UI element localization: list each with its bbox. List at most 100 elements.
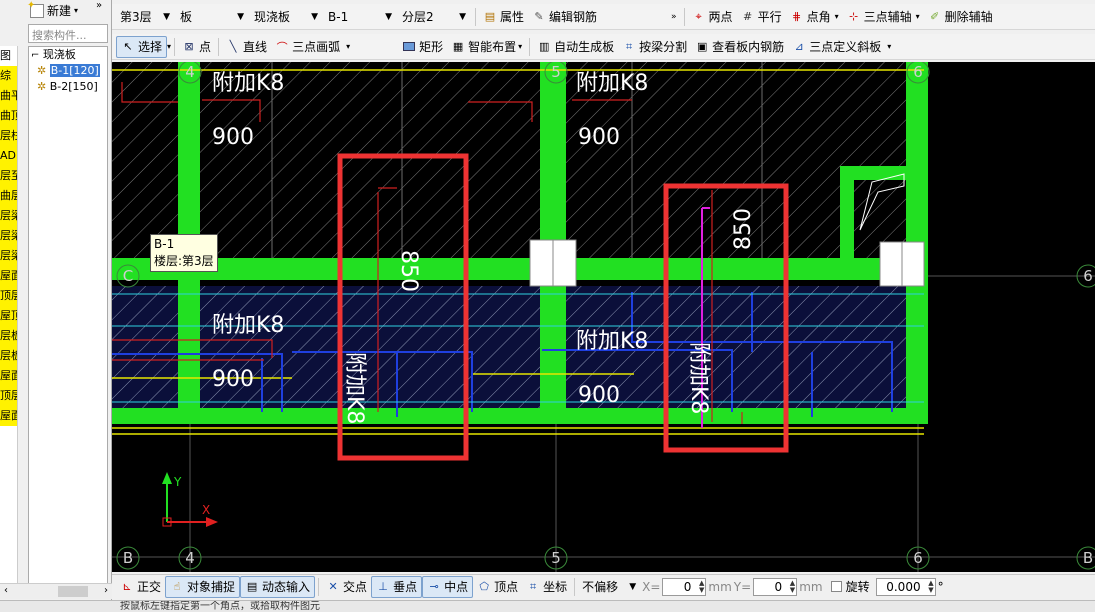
- cursor-icon: ↖: [123, 40, 133, 53]
- category-strip-item[interactable]: 屋面: [0, 366, 17, 386]
- drawing-canvas[interactable]: 附加K8 900 附加K8 900 850 850 附加K8 900 附加K8 …: [112, 62, 1095, 572]
- delete-axis-button[interactable]: ✐ 删除辅轴: [924, 6, 997, 28]
- x-input[interactable]: 0 ▲ ▼: [662, 577, 707, 596]
- rotate-value: 0.000: [886, 579, 921, 594]
- annotation-text: 900: [212, 125, 254, 150]
- mid-toggle[interactable]: ⊸ 中点: [422, 575, 474, 598]
- coord-toggle[interactable]: ⌗ 坐标: [522, 576, 571, 598]
- svg-text:Y: Y: [173, 475, 182, 489]
- category-strip-item[interactable]: 曲层: [0, 186, 17, 206]
- rotate-input[interactable]: 0.000 ▲ ▼: [875, 577, 936, 596]
- smart-place-button[interactable]: ▦ 智能布置 ▾: [447, 36, 526, 58]
- floor-select[interactable]: 第3层 ▼: [116, 7, 174, 27]
- rect-button[interactable]: 矩形: [398, 36, 447, 58]
- category-strip-item[interactable]: 顶层: [0, 286, 17, 306]
- arc-label: 三点画弧: [292, 40, 341, 54]
- snap-label: 对象捕捉: [187, 580, 236, 594]
- category-strip-item[interactable]: 层板: [0, 326, 17, 346]
- ortho-toggle[interactable]: ⊾ 正交: [116, 576, 165, 598]
- intersect-icon: ✕: [328, 580, 338, 593]
- slope-button[interactable]: ⊿ 三点定义斜板 ▾: [788, 36, 895, 58]
- attr-label: 属性: [500, 10, 525, 24]
- intersect-label: 交点: [343, 580, 368, 594]
- vertex-toggle[interactable]: ⬠ 顶点: [473, 576, 522, 598]
- category-strip-item[interactable]: 层梁: [0, 206, 17, 226]
- rotate-checkbox[interactable]: [830, 581, 842, 592]
- auto-slab-button[interactable]: ▥ 自动生成板: [533, 36, 618, 58]
- point-angle-icon: ⋕: [791, 10, 802, 23]
- split-by-beam-button[interactable]: ⌗ 按梁分割: [618, 36, 691, 58]
- view-rebar-button[interactable]: ▣ 查看板内钢筋: [691, 36, 788, 58]
- overflow-icon[interactable]: »: [667, 6, 681, 28]
- point-button[interactable]: ⊠ 点: [178, 36, 215, 58]
- tree-item-label: B-2[150]: [49, 80, 98, 93]
- status-text: 按鼠标左键指定第一个角点，或拾取构件图元: [120, 601, 320, 612]
- tree-item-b1[interactable]: ✲ B-1[120]: [29, 63, 107, 79]
- perp-toggle[interactable]: ⊥ 垂点: [371, 575, 423, 598]
- category-strip-item[interactable]: 曲顶: [0, 106, 17, 126]
- category-strip-item[interactable]: 图: [0, 46, 17, 66]
- arc-icon: ⌒: [276, 40, 288, 54]
- category-strip-item[interactable]: 曲平: [0, 86, 17, 106]
- point-angle-button[interactable]: ⋕ 点角 ▾: [786, 6, 843, 28]
- three-point-axis-icon: ⊹: [849, 10, 859, 23]
- eraser-icon: ✐: [930, 10, 940, 23]
- snap-toggle[interactable]: ☝ 对象捕捉: [165, 575, 241, 598]
- category-strip-item[interactable]: 层梁: [0, 246, 17, 266]
- new-button[interactable]: ✦ 新建 ▾: [27, 0, 78, 19]
- degree-symbol: °: [937, 579, 944, 594]
- parallel-button[interactable]: # 平行: [737, 6, 786, 28]
- type-select[interactable]: 现浇板 ▼: [250, 7, 322, 27]
- layer-select[interactable]: 分层2 ▼: [398, 7, 470, 27]
- category-select[interactable]: 板 ▼: [176, 7, 248, 27]
- tree-item-b2[interactable]: ✲ B-2[150]: [29, 79, 107, 95]
- component-select[interactable]: B-1 ▼: [324, 7, 396, 27]
- category-strip-item[interactable]: 层板: [0, 346, 17, 366]
- line-icon: ╲: [229, 40, 237, 53]
- layer-value: 分层2: [402, 10, 434, 24]
- attr-button[interactable]: ▤ 属性: [479, 6, 528, 28]
- dynamic-label: 动态输入: [262, 580, 311, 594]
- category-strip-item[interactable]: 屋面: [0, 266, 17, 286]
- intersect-toggle[interactable]: ✕ 交点: [322, 576, 371, 598]
- annotation-text: 900: [578, 125, 620, 150]
- category-strip-item[interactable]: 层梁: [0, 226, 17, 246]
- tree-root-label: 现浇板: [42, 48, 76, 61]
- tree-root[interactable]: ⌐ 现浇板: [29, 47, 107, 63]
- y-label: Y=: [733, 579, 752, 594]
- two-point-button[interactable]: ⌖ 两点: [688, 6, 737, 28]
- annotation-text: 附加K8: [212, 313, 284, 338]
- dynamic-input-toggle[interactable]: ▤ 动态输入: [240, 575, 316, 598]
- edit-rebar-label: 编辑钢筋: [549, 10, 598, 24]
- select-button[interactable]: ↖ 选择: [116, 35, 168, 58]
- search-input[interactable]: 搜索构件...: [28, 24, 108, 43]
- annotation-text: 附加K8: [212, 71, 284, 96]
- svg-text:X: X: [202, 503, 210, 517]
- category-strip-item[interactable]: 层至: [0, 166, 17, 186]
- line-button[interactable]: ╲ 直线: [222, 36, 271, 58]
- category-strip-item[interactable]: 顶层: [0, 386, 17, 406]
- y-unit: mm: [799, 579, 823, 594]
- category-strip-item[interactable]: 屋面: [0, 406, 17, 426]
- expand-icon[interactable]: »: [96, 0, 102, 11]
- horizontal-scrollbar[interactable]: ‹ ›: [0, 583, 112, 599]
- arc-button[interactable]: ⌒ 三点画弧 ▾: [271, 36, 354, 58]
- component-value: B-1: [328, 9, 349, 24]
- y-input[interactable]: 0 ▲ ▼: [753, 577, 798, 596]
- auto-slab-label: 自动生成板: [554, 40, 615, 54]
- rotate-label: 旋转: [845, 580, 870, 594]
- annotation-text: 附加K8: [686, 342, 711, 414]
- component-panel: ✦ 新建 ▾ » 搜索构件... 图综曲平曲顶层柱ADI层至曲层层梁层梁层梁屋面…: [0, 0, 112, 600]
- offset-value: 不偏移: [582, 580, 619, 594]
- line-label: 直线: [243, 40, 268, 54]
- x-label: X=: [642, 579, 661, 594]
- offset-select[interactable]: 不偏移 ▼: [578, 577, 640, 597]
- category-strip-item[interactable]: 综: [0, 66, 17, 86]
- three-point-axis-button[interactable]: ⊹ 三点辅轴 ▾: [843, 6, 924, 28]
- category-strip-item[interactable]: ADI: [0, 146, 17, 166]
- vertex-icon: ⬠: [479, 580, 489, 593]
- category-strip-item[interactable]: 屋顶: [0, 306, 17, 326]
- split-by-beam-label: 按梁分割: [639, 40, 688, 54]
- edit-rebar-button[interactable]: ✎ 编辑钢筋: [528, 6, 601, 28]
- category-strip-item[interactable]: 层柱: [0, 126, 17, 146]
